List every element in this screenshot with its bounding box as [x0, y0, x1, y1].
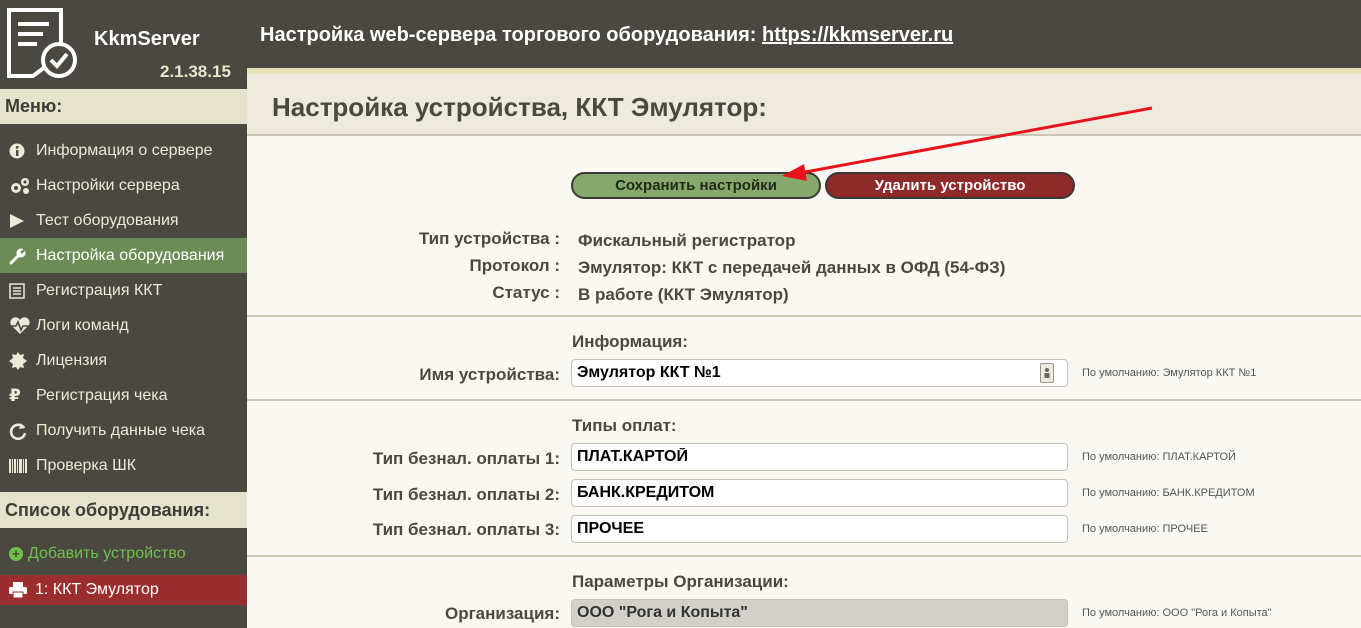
payment-type-1-default: По умолчанию: ПЛАТ.КАРТОЙ — [1082, 451, 1236, 463]
delete-device-button[interactable]: Удалить устройство — [825, 172, 1075, 199]
sidebar-item-label: Лицензия — [36, 351, 108, 369]
save-settings-button[interactable]: Сохранить настройки — [571, 172, 821, 199]
app-name: KkmServer — [94, 28, 200, 50]
sidebar-item-label: Тест оборудования — [36, 211, 179, 229]
sidebar-item-server-info[interactable]: Информация о сервере — [0, 133, 247, 168]
payment-type-3-label: Тип безнал. оплаты 3: — [372, 520, 560, 539]
sidebar-item-label: Настройка оборудования — [36, 246, 225, 264]
sidebar-item-barcode-check[interactable]: Проверка ШК — [0, 448, 247, 483]
sidebar-item-equipment-test[interactable]: Тест оборудования — [0, 203, 247, 238]
status-label: Статус : — [492, 283, 560, 302]
list-icon — [9, 282, 31, 299]
divider — [247, 315, 1361, 317]
device-type-label: Тип устройства : — [418, 229, 560, 248]
sidebar-item-equipment-settings[interactable]: Настройка оборудования — [0, 238, 247, 273]
device-item-kkt-emulator[interactable]: 1: ККТ Эмулятор — [0, 575, 247, 605]
payment-type-2-input[interactable] — [571, 479, 1068, 507]
payment-type-2-label: Тип безнал. оплаты 2: — [372, 485, 560, 504]
menu-title: Меню: — [0, 89, 255, 124]
heartbeat-icon — [9, 316, 31, 335]
sidebar-item-server-settings[interactable]: Настройки сервера — [0, 168, 247, 203]
certificate-icon — [9, 351, 31, 370]
sidebar-item-label: Настройки сервера — [36, 176, 180, 194]
payment-type-2-default: По умолчанию: БАНК.КРЕДИТОМ — [1082, 487, 1255, 499]
status-value: В работе (ККТ Эмулятор) — [578, 285, 789, 304]
sidebar-item-license[interactable]: Лицензия — [0, 343, 247, 378]
device-name-default: По умолчанию: Эмулятор ККТ №1 — [1082, 367, 1257, 379]
information-section-title: Информация: — [572, 332, 688, 351]
organization-input — [571, 599, 1068, 627]
ruble-icon: ₽ — [9, 385, 21, 405]
add-device-label: Добавить устройство — [28, 545, 186, 562]
info-icon — [9, 143, 31, 159]
divider — [247, 399, 1361, 401]
add-device-link[interactable]: + Добавить устройство — [9, 545, 186, 563]
payment-type-3-input[interactable] — [571, 515, 1068, 543]
sidebar-menu: Информация о сервере Настройки сервера Т… — [0, 133, 247, 483]
sidebar-item-label: Проверка ШК — [36, 456, 137, 474]
app-version: 2.1.38.15 — [160, 62, 231, 81]
top-header: Настройка web-сервера торгового оборудов… — [247, 0, 1361, 68]
play-icon — [9, 213, 31, 229]
sidebar-item-label: Регистрация ККТ — [36, 281, 163, 299]
organization-section-title: Параметры Организации: — [572, 572, 789, 591]
sidebar-item-label: Информация о сервере — [36, 141, 213, 159]
device-item-label: 1: ККТ Эмулятор — [35, 581, 159, 598]
equipment-list-title: Список оборудования: — [0, 492, 255, 528]
sidebar: Меню: Информация о сервере Настройки сер… — [0, 86, 255, 628]
plus-circle-icon: + — [9, 547, 23, 561]
sidebar-item-get-receipt-data[interactable]: Получить данные чека — [0, 413, 247, 448]
header-title-text: Настройка web-сервера торгового оборудов… — [260, 24, 757, 46]
barcode-icon — [9, 458, 31, 474]
app-logo-area: KkmServer 2.1.38.15 — [0, 0, 247, 86]
receipt-check-icon — [5, 6, 79, 87]
site-link[interactable]: https://kkmserver.ru — [762, 24, 953, 46]
payment-type-1-label: Тип безнал. оплаты 1: — [372, 449, 560, 468]
sidebar-item-receipt-registration[interactable]: ₽ Регистрация чека — [0, 378, 247, 413]
payment-type-3-default: По умолчанию: ПРОЧЕЕ — [1082, 523, 1208, 535]
device-type-value: Фискальный регистратор — [578, 231, 796, 250]
sidebar-item-label: Получить данные чека — [36, 421, 205, 439]
main-content: Настройка устройства, ККТ Эмулятор: Сохр… — [247, 74, 1361, 628]
page-title-bar: Настройка устройства, ККТ Эмулятор: — [247, 74, 1361, 136]
protocol-value: Эмулятор: ККТ с передачей данных в ОФД (… — [578, 258, 1006, 277]
divider — [247, 555, 1361, 557]
page-title: Настройка устройства, ККТ Эмулятор: — [272, 92, 767, 122]
sidebar-item-label: Регистрация чека — [36, 386, 168, 404]
sidebar-item-command-logs[interactable]: Логи команд — [0, 308, 247, 343]
device-name-input[interactable] — [571, 359, 1068, 387]
sidebar-item-kkt-registration[interactable]: Регистрация ККТ — [0, 273, 247, 308]
organization-default: По умолчанию: ООО "Рога и Копыта" — [1082, 607, 1272, 619]
protocol-label: Протокол : — [469, 256, 560, 275]
contact-card-icon[interactable] — [1040, 363, 1054, 383]
payment-types-section-title: Типы оплат: — [572, 416, 677, 435]
printer-icon — [9, 582, 27, 598]
wrench-icon — [9, 247, 31, 265]
sidebar-item-label: Логи команд — [36, 316, 129, 334]
header-title: Настройка web-сервера торгового оборудов… — [260, 24, 953, 47]
organization-label: Организация: — [444, 604, 560, 623]
gears-icon — [9, 177, 31, 195]
payment-type-1-input[interactable] — [571, 443, 1068, 471]
refresh-icon — [9, 422, 31, 440]
device-name-label: Имя устройства: — [419, 365, 560, 384]
